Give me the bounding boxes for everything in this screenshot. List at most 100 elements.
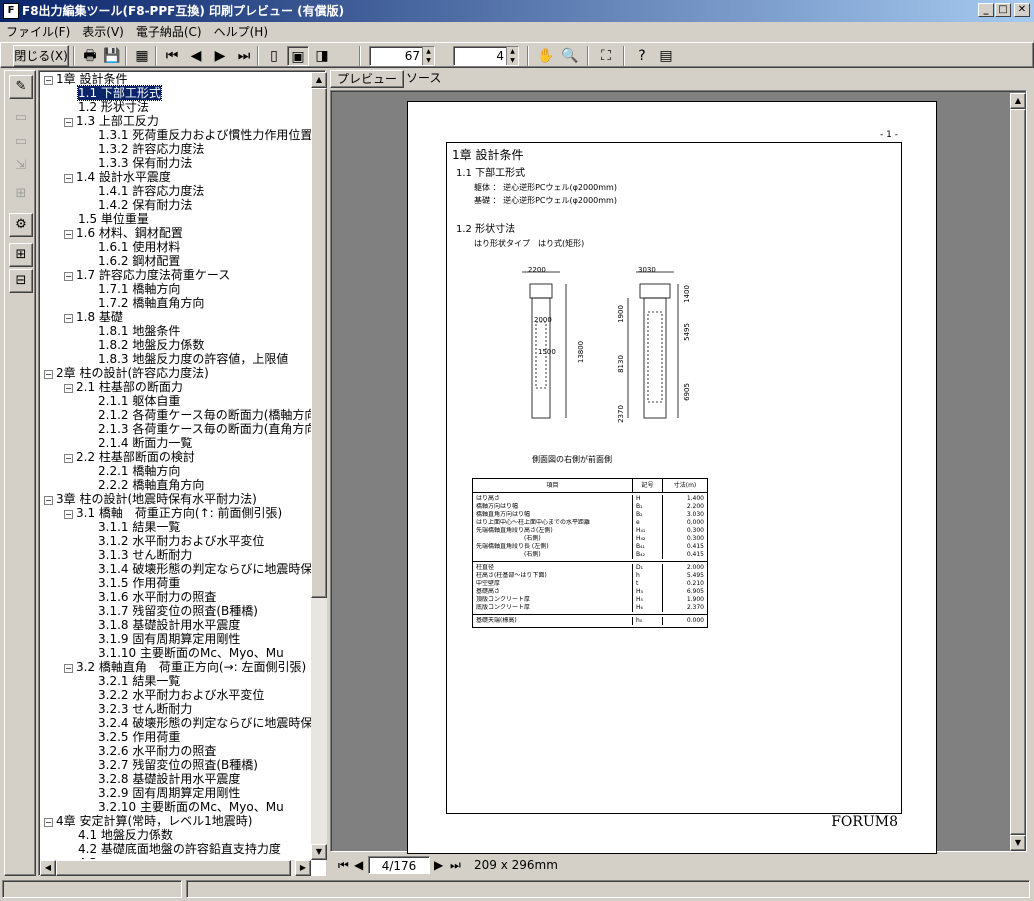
tree-item[interactable]: 1.8.2 地盤反力係数 [84,338,204,352]
preview-vertical-scrollbar[interactable]: ▲ ▼ [1010,93,1026,851]
first-page-icon[interactable]: ⏮ [161,46,183,66]
collapse-toggle-icon[interactable]: − [64,384,73,393]
edit-pen-icon[interactable]: ✎ [9,75,33,99]
tree-item[interactable]: 3.1.1 結果一覧 [84,520,180,534]
spin-arrows-icon[interactable]: ▲ ▼ [506,47,518,65]
collapse-toggle-icon[interactable]: − [64,272,73,281]
insert-icon[interactable]: ▭ [9,107,33,131]
insert-below-icon[interactable]: ▭ [9,131,33,155]
collapse-toggle-icon[interactable]: − [64,454,73,463]
menu-electronic-delivery[interactable]: 電子納品(C) [130,22,208,42]
tree-item[interactable]: 3.1.6 水平耐力の照査 [84,590,216,604]
tree-item[interactable]: −2.2 柱基部断面の検討 [64,450,195,464]
tree-item[interactable]: 4.2 基礎底面地盤の許容鉛直支持力度 [64,842,281,856]
scroll-left-icon[interactable]: ◀ [40,860,56,876]
tree-item[interactable]: 3.2.1 結果一覧 [84,674,180,688]
tree-item[interactable]: 1.7.2 橋軸直角方向 [84,296,204,310]
zoom-spinner[interactable]: 67 ▲ ▼ [369,46,435,66]
nav-prev-icon[interactable]: ◀ [354,856,363,874]
tree-item[interactable]: −2.1 柱基部の断面力 [64,380,183,394]
collapse-toggle-icon[interactable]: − [44,496,53,505]
maximize-button[interactable]: □ [995,3,1011,17]
tree-collapse-icon[interactable]: ⊟ [9,269,33,293]
tree-item[interactable]: 3.2.3 せん断耐力 [84,702,192,716]
preview-area[interactable]: - 1 - 1章 設計条件 1.1 下部工形式 躯体 ： 逆心逆形PCウェル(φ… [330,90,1027,854]
help-icon[interactable]: ? [631,46,653,66]
tree-item[interactable]: −2章 柱の設計(許容応力度法) [44,366,209,380]
tree-item[interactable]: 2.1.3 各荷重ケース毎の断面力(直角方向) [84,422,312,436]
move-icon[interactable]: ⇲ [9,155,33,179]
nav-next-icon[interactable]: ▶ [434,856,443,874]
tree-disabled-icon[interactable]: ⊞ [9,183,33,207]
tree-item[interactable]: 3.1.8 基礎設計用水平震度 [84,618,240,632]
tree-item[interactable]: −1.6 材料、鋼材配置 [64,226,183,240]
about-icon[interactable]: ▤ [655,46,677,66]
tree-item[interactable]: −1.8 基礎 [64,310,123,324]
scroll-up-icon[interactable]: ▲ [311,72,327,88]
tree-item[interactable]: 3.2.10 主要断面のMc、Myo、Mu [84,800,284,814]
tree-item[interactable]: 3.2.5 作用荷重 [84,730,180,744]
print-icon[interactable]: 🖶 [79,46,101,66]
nav-last-icon[interactable]: ⏭ [450,856,461,874]
tree-item[interactable]: −1.7 許容応力度法荷重ケース [64,268,230,282]
tree-item[interactable]: 3.1.5 作用荷重 [84,576,180,590]
tree-item[interactable]: −3章 柱の設計(地震時保有水平耐力法) [44,492,257,506]
last-page-icon[interactable]: ⏭ [233,46,255,66]
minimize-button[interactable]: _ [978,3,994,17]
collapse-toggle-icon[interactable]: − [64,314,73,323]
tree-item[interactable]: 1.3.1 死荷重反力および慣性力作用位置 [84,128,312,142]
tree-item[interactable]: 3.2.2 水平耐力および水平変位 [84,688,264,702]
collapse-toggle-icon[interactable]: − [64,118,73,127]
scroll-down-icon[interactable]: ▼ [1010,835,1026,851]
tree-item[interactable]: 1.8.1 地盤条件 [84,324,180,338]
tree-item[interactable]: 2.1.1 躯体自重 [84,394,180,408]
scroll-down-icon[interactable]: ▼ [311,844,327,860]
tree-item[interactable]: 1.4.1 許容応力度法 [84,184,204,198]
scroll-thumb[interactable] [1010,109,1026,835]
tree-item[interactable]: 1.1 下部工形式 [64,85,162,101]
chapter-tree[interactable]: −1章 設計条件 1.1 下部工形式 1.2 形状寸法 −1.3 上部工反力 1.3.1… [38,70,327,876]
page-width-icon[interactable]: ▣ [287,46,309,66]
single-page-icon[interactable]: ▯ [263,46,285,66]
tree-item[interactable]: 1.5 単位重量 [64,212,149,226]
tree-vertical-scrollbar[interactable]: ▲ ▼ [311,72,327,860]
collapse-toggle-icon[interactable]: − [44,370,53,379]
tree-item[interactable]: 2.1.4 断面力一覧 [84,436,192,450]
tree-item[interactable]: 4.1 地盤反力係数 [64,828,173,842]
close-window-button[interactable]: ✕ [1014,3,1030,17]
tree-item[interactable]: 1.7.1 橋軸方向 [84,282,180,296]
tree-item[interactable]: −1.3 上部工反力 [64,114,159,128]
tree-item[interactable]: 1.6.1 使用材料 [84,240,180,254]
scroll-up-icon[interactable]: ▲ [1010,93,1026,109]
collapse-toggle-icon[interactable]: − [64,510,73,519]
collapse-toggle-icon[interactable]: − [64,174,73,183]
collapse-toggle-icon[interactable]: − [64,664,73,673]
tree-item[interactable]: 1.8.3 地盤反力度の許容値，上限値 [84,352,288,366]
properties-icon[interactable]: ⚙ [9,213,33,237]
save-icon[interactable]: 💾 [101,46,123,66]
tree-item[interactable]: −1章 設計条件 [44,72,127,86]
nav-first-icon[interactable]: ⏮ [338,856,349,874]
tree-item[interactable]: 3.1.10 主要断面のMc、Myo、Mu [84,646,284,660]
hscroll-thumb[interactable] [56,860,291,876]
tab-source[interactable]: ソース [400,70,447,88]
tab-preview[interactable]: プレビュー [330,70,405,88]
tree-item[interactable]: 3.1.7 残留変位の照査(B種橋) [84,604,258,618]
tree-item[interactable]: 1.3.3 保有耐力法 [84,156,192,170]
next-page-icon[interactable]: ▶ [209,46,231,66]
hand-tool-icon[interactable]: ✋ [535,46,557,66]
tree-item[interactable]: 2.1.2 各荷重ケース毎の断面力(橋軸方向) [84,408,312,422]
menu-help[interactable]: ヘルプ(H) [208,22,274,42]
tree-item[interactable]: 2.2.2 橋軸直角方向 [84,478,204,492]
tree-item[interactable]: 3.1.9 固有周期算定用剛性 [84,632,240,646]
tree-item[interactable]: −3.2 橋軸直角 荷重正方向(→: 左面側引張) [64,660,306,674]
prev-page-icon[interactable]: ◀ [185,46,207,66]
close-preview-button[interactable]: 閉じる(X) [13,45,69,67]
scroll-right-icon[interactable]: ▶ [295,860,311,876]
menu-view[interactable]: 表示(V) [76,22,130,42]
tree-item[interactable]: 3.1.4 破壊形態の判定ならびに地震時保有 [84,562,312,576]
tree-item[interactable]: 3.1.2 水平耐力および水平変位 [84,534,264,548]
tree-item[interactable]: 3.2.7 残留変位の照査(B種橋) [84,758,258,772]
spin-arrows-icon[interactable]: ▲ ▼ [422,47,434,65]
collapse-toggle-icon[interactable]: − [64,230,73,239]
